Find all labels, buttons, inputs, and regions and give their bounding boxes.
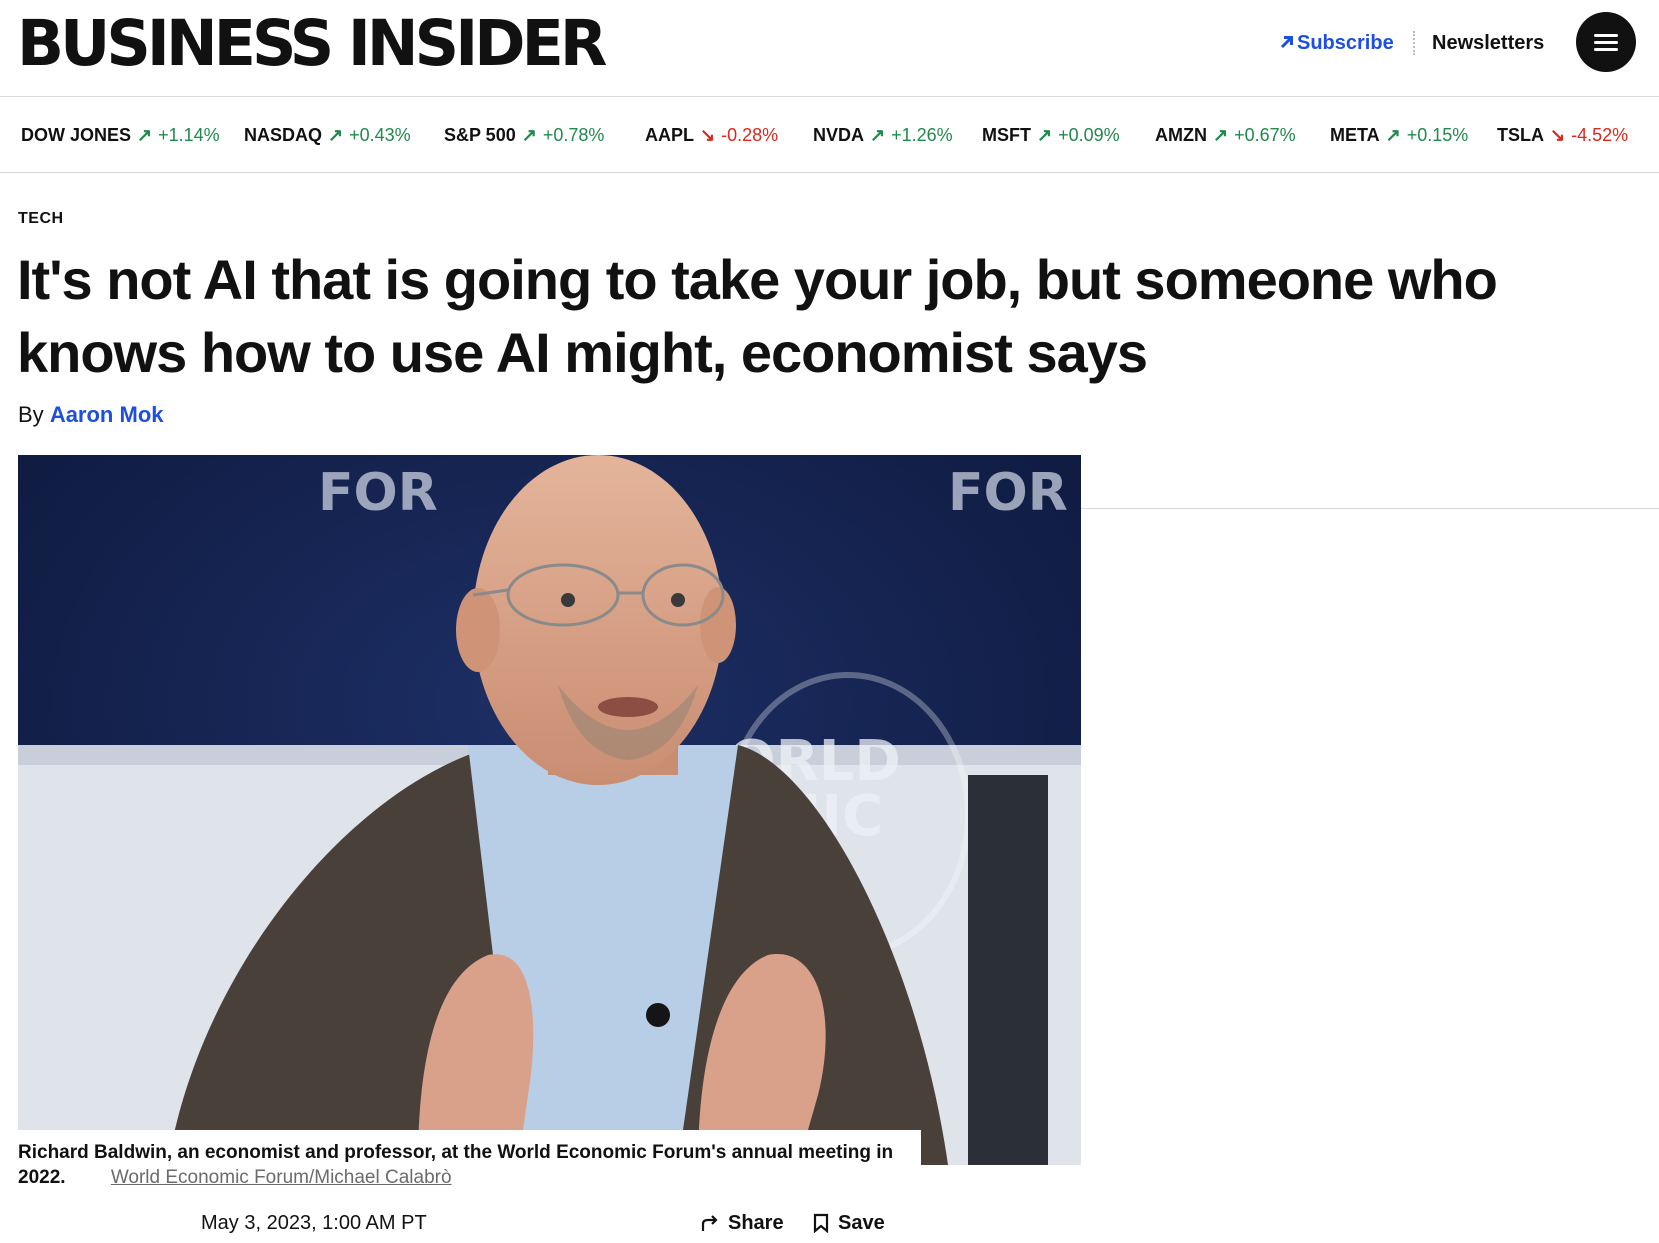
ticker-change: +1.26% xyxy=(891,125,953,145)
ticker-item-tsla[interactable]: TSLA ↘ -4.52% xyxy=(1497,97,1628,173)
subscribe-label: Subscribe xyxy=(1297,32,1394,54)
section-divider xyxy=(1081,508,1659,509)
arrow-up-right-icon: ↗ xyxy=(137,125,153,145)
site-header: BUSINESS INSIDER Subscribe Newsletters xyxy=(0,0,1659,97)
ticker-change: -0.28% xyxy=(721,125,779,145)
ticker-change: +0.09% xyxy=(1058,125,1120,145)
svg-text:FOR: FOR xyxy=(318,463,438,523)
ticker-item-meta[interactable]: META ↗ +0.15% xyxy=(1330,97,1468,173)
ticker-item-aapl[interactable]: AAPL ↘ -0.28% xyxy=(645,97,778,173)
newsletters-link[interactable]: Newsletters xyxy=(1432,30,1544,56)
bookmark-icon xyxy=(813,1213,829,1234)
ticker-symbol: AMZN xyxy=(1155,125,1207,145)
ticker-symbol: NASDAQ xyxy=(244,125,323,145)
article-hero-image: FOR FOR ORLD OMIC UM xyxy=(18,455,1081,1165)
arrow-up-right-icon: ↗ xyxy=(1385,125,1401,145)
header-divider xyxy=(1413,31,1415,55)
ticker-symbol: DOW JONES xyxy=(21,125,132,145)
article-headline: It's not AI that is going to take your j… xyxy=(17,248,1498,384)
ticker-change: +0.78% xyxy=(542,125,605,145)
share-icon xyxy=(701,1215,718,1231)
ticker-item-amzn[interactable]: AMZN ↗ +0.67% xyxy=(1155,97,1296,173)
byline: By Aaron Mok xyxy=(18,400,164,430)
image-credit-link[interactable]: World Economic Forum/Michael Calabrò xyxy=(111,1167,452,1188)
market-ticker: DOW JONES ↗ +1.14% NASDAQ ↗ +0.43% S&P 500 ↗ +… xyxy=(0,97,1659,173)
ticker-item-sp500[interactable]: S&P 500 ↗ +0.78% xyxy=(444,97,604,173)
share-button[interactable]: Share xyxy=(700,1208,784,1238)
ticker-symbol: S&P 500 xyxy=(444,125,516,145)
save-label: Save xyxy=(838,1212,885,1234)
ticker-item-nasdaq[interactable]: NASDAQ ↗ +0.43% xyxy=(244,97,411,173)
publish-date: May 3, 2023, 1:00 AM PT xyxy=(201,1212,427,1234)
arrow-up-right-icon xyxy=(1280,30,1294,56)
svg-text:FOR: FOR xyxy=(948,463,1068,523)
ticker-item-nvda[interactable]: NVDA ↗ +1.26% xyxy=(813,97,953,173)
category-link[interactable]: TECH xyxy=(18,210,64,228)
ticker-item-msft[interactable]: MSFT ↗ +0.09% xyxy=(982,97,1120,173)
ticker-change: +1.14% xyxy=(158,125,220,145)
site-logo[interactable]: BUSINESS INSIDER xyxy=(17,6,607,81)
ticker-symbol: META xyxy=(1330,125,1380,145)
arrow-down-right-icon: ↘ xyxy=(1550,125,1566,145)
share-label: Share xyxy=(728,1212,784,1234)
ticker-symbol: AAPL xyxy=(645,125,694,145)
author-link[interactable]: Aaron Mok xyxy=(50,402,164,427)
arrow-up-right-icon: ↗ xyxy=(328,125,344,145)
arrow-up-right-icon: ↗ xyxy=(1037,125,1053,145)
ticker-symbol: NVDA xyxy=(813,125,865,145)
save-button[interactable]: Save xyxy=(812,1208,885,1238)
ticker-symbol: MSFT xyxy=(982,125,1031,145)
hamburger-menu-icon[interactable] xyxy=(1576,12,1636,72)
ticker-change: +0.43% xyxy=(349,125,411,145)
ticker-change: -4.52% xyxy=(1571,125,1629,145)
ticker-change: +0.67% xyxy=(1234,125,1296,145)
arrow-up-right-icon: ↗ xyxy=(1213,125,1229,145)
ticker-change: +0.15% xyxy=(1406,125,1469,145)
subscribe-link[interactable]: Subscribe xyxy=(1280,30,1394,56)
arrow-down-right-icon: ↘ xyxy=(700,125,716,145)
arrow-up-right-icon: ↗ xyxy=(870,125,886,145)
image-caption: Richard Baldwin, an economist and profes… xyxy=(18,1140,918,1190)
ticker-symbol: TSLA xyxy=(1497,125,1544,145)
arrow-up-right-icon: ↗ xyxy=(521,125,537,145)
ticker-item-dow-jones[interactable]: DOW JONES ↗ +1.14% xyxy=(21,97,220,173)
byline-prefix: By xyxy=(18,402,44,427)
